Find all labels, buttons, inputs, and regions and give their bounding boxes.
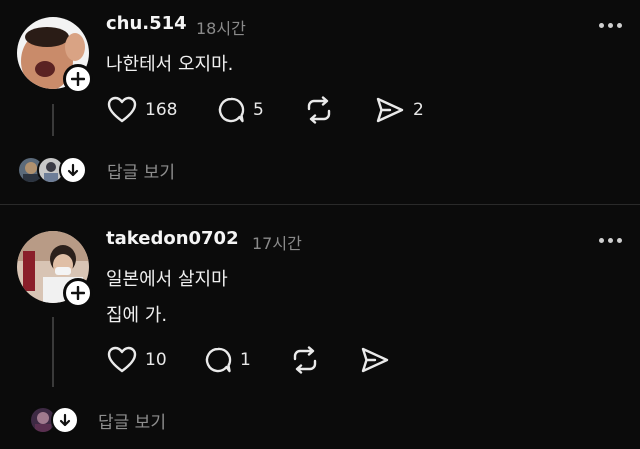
like-count: 10 [145,350,167,370]
repost-icon [307,96,331,124]
send-icon [361,347,389,373]
share-button[interactable]: 2 [375,96,424,124]
thread-line [52,317,54,387]
like-count: 168 [145,100,178,120]
comment-count: 1 [240,350,251,370]
repost-icon [293,346,317,374]
more-dots-icon[interactable] [599,238,622,243]
post-text-line: 일본에서 살지마 [106,269,228,290]
comment-bubble-icon [218,97,245,123]
post-text-line: 집에 가. [106,305,168,326]
share-count: 2 [413,100,424,120]
follow-button[interactable] [63,64,93,94]
send-icon [376,97,404,123]
plus-icon [71,72,85,86]
comment-bubble-icon [205,347,232,373]
timestamp: 17시간 [252,234,302,253]
username[interactable]: chu.514 [106,13,187,34]
like-button[interactable]: 10 [107,346,167,374]
expand-replies-button[interactable] [59,156,87,184]
timestamp: 18시간 [196,19,246,38]
comment-button[interactable]: 1 [204,346,251,374]
like-button[interactable]: 168 [107,96,177,124]
heart-icon [107,346,137,373]
follow-button[interactable] [63,278,93,308]
post-text: 나한테서 오지마. [106,54,234,75]
heart-icon [107,96,137,123]
reply-avatars[interactable] [17,156,87,184]
share-button[interactable] [360,346,390,374]
comment-count: 5 [253,100,264,120]
post: chu.514 18시간 나한테서 오지마. 168 5 2 답글 보기 [0,0,640,204]
post: takedon0702 17시간 일본에서 살지마 집에 가. 10 1 답글 … [0,205,640,449]
thread-line [52,104,54,136]
comment-button[interactable]: 5 [217,96,264,124]
view-replies-link[interactable]: 답글 보기 [98,408,166,433]
view-replies-link[interactable]: 답글 보기 [107,158,175,183]
arrow-down-icon [59,413,71,427]
arrow-down-icon [67,163,79,177]
expand-replies-button[interactable] [51,406,79,434]
username[interactable]: takedon0702 [106,228,239,249]
more-dots-icon[interactable] [599,23,622,28]
reply-avatars[interactable] [29,406,79,434]
repost-button[interactable] [290,346,320,374]
plus-icon [71,286,85,300]
repost-button[interactable] [304,96,334,124]
